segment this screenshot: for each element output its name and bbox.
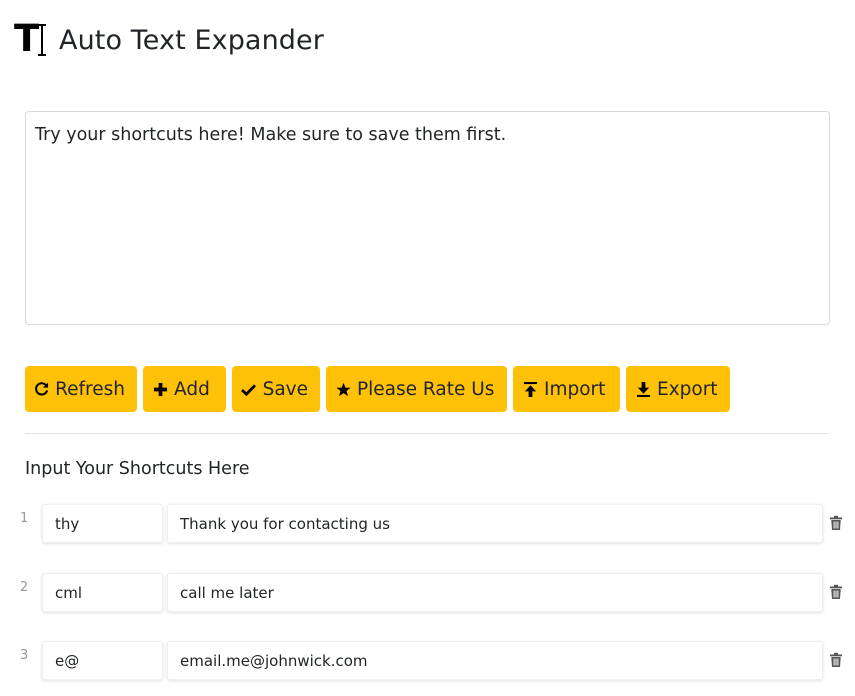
divider [25,433,830,434]
import-button[interactable]: Import [513,366,620,412]
shortcut-expansion-input[interactable] [167,504,823,543]
refresh-label: Refresh [55,378,125,400]
add-button[interactable]: Add [143,366,226,412]
rate-us-button[interactable]: Please Rate Us [326,366,507,412]
rate-us-label: Please Rate Us [357,378,495,400]
check-icon [241,380,257,398]
shortcut-row: 2 [0,573,855,613]
shortcut-row: 1 [0,504,855,544]
download-icon [635,380,651,398]
save-button[interactable]: Save [232,366,320,412]
shortcut-expansion-input[interactable] [167,641,823,680]
row-number: 1 [20,511,29,526]
plus-icon [152,380,168,398]
upload-icon [522,380,538,398]
shortcut-key-input[interactable] [42,573,163,612]
app-title: Auto Text Expander [59,24,324,56]
add-label: Add [174,378,210,400]
shortcut-key-input[interactable] [42,641,163,680]
row-number: 2 [20,580,29,595]
shortcuts-section-heading: Input Your Shortcuts Here [25,459,250,479]
trash-icon[interactable] [829,652,843,668]
shortcut-row: 3 [0,641,855,681]
save-label: Save [262,378,308,400]
refresh-icon [34,380,49,398]
row-number: 3 [20,648,29,663]
try-shortcuts-textarea[interactable] [25,111,830,325]
app-header: T Auto Text Expander [14,19,324,60]
shortcut-key-input[interactable] [42,504,163,543]
star-icon [335,380,351,398]
shortcut-expansion-input[interactable] [167,573,823,612]
text-cursor-logo-icon: T [14,19,52,59]
page: T Auto Text Expander Refresh Add Save [0,0,855,696]
export-label: Export [657,378,718,400]
trash-icon[interactable] [829,515,843,531]
export-button[interactable]: Export [626,366,730,412]
import-label: Import [544,378,606,400]
refresh-button[interactable]: Refresh [25,366,137,412]
toolbar: Refresh Add Save Please Rate Us Import E… [25,366,730,412]
trash-icon[interactable] [829,584,843,600]
